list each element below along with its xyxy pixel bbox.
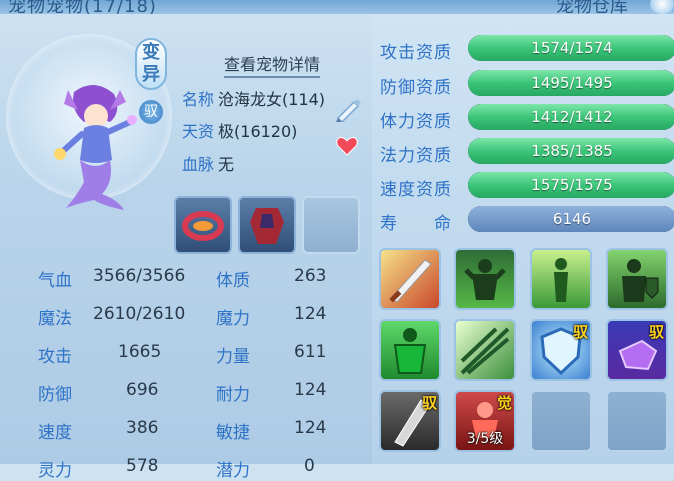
skill-slot-6[interactable] [454, 319, 516, 381]
stat-potential-label: 潜力 [216, 461, 250, 481]
stat-attack-label: 攻击 [38, 347, 72, 367]
knight-shield-icon [622, 259, 659, 302]
stat-endurance-value: 124 [294, 380, 327, 400]
aptitude-speed-value: 1575/1575 [531, 176, 613, 194]
skill-7-tame-tag: 驭 [572, 323, 588, 341]
stat-mp-value: 2610/2610 [93, 304, 186, 324]
pet-equip-ring[interactable] [174, 196, 232, 254]
skill-slot-3[interactable] [530, 248, 592, 310]
aptitude-stamina-label: 体力资质 [380, 112, 452, 132]
stat-agility-value: 124 [294, 418, 327, 438]
rename-pencil-icon[interactable] [334, 96, 362, 122]
stat-agility-label: 敏捷 [216, 423, 250, 443]
pet-mermaid-icon [54, 84, 137, 210]
aptitude-skill-panel: 攻击资质 1574/1574 防御资质 1495/1495 体力资质 1412/… [372, 14, 674, 464]
stat-strength-value: 611 [294, 342, 327, 362]
pet-name-label: 名称 [182, 90, 215, 109]
view-pet-details-link[interactable]: 查看宠物详情 [224, 51, 321, 78]
aptitude-attack-bar: 1574/1574 [468, 35, 674, 61]
mutation-badge: 变异 [135, 38, 167, 90]
stat-endurance-label: 耐力 [216, 385, 250, 405]
skill-slot-10[interactable]: 觉 3/5级 [454, 390, 516, 452]
stat-defense-value: 696 [126, 380, 159, 400]
aptitude-stamina-value: 1412/1412 [531, 108, 613, 126]
stat-speed-value: 386 [126, 418, 159, 438]
pet-name-value: 沧海龙女(114) [218, 90, 326, 109]
stat-constitution-label: 体质 [216, 271, 250, 291]
pet-talent-value: 极(16120) [218, 122, 298, 141]
stat-potential-value: 0 [304, 456, 315, 476]
skill-slot-11-empty[interactable] [530, 390, 592, 452]
aptitude-mana-bar: 1385/1385 [468, 138, 674, 164]
aptitude-defense-value: 1495/1495 [531, 74, 613, 92]
pet-equip-armor[interactable] [238, 196, 296, 254]
skill-slot-4[interactable] [606, 248, 668, 310]
pet-bloodline-row: 血脉无 [182, 151, 234, 175]
aptitude-attack-value: 1574/1574 [531, 39, 613, 57]
aptitude-stamina-bar: 1412/1412 [468, 104, 674, 130]
stat-attack-value: 1665 [118, 342, 162, 362]
aptitude-attack-label: 攻击资质 [380, 43, 452, 63]
pet-talent-label: 天资 [182, 122, 215, 141]
pet-bloodline-label: 血脉 [182, 155, 215, 174]
skill-slot-9[interactable]: 驭 [379, 390, 441, 452]
pet-list-tab-title[interactable]: 宠物宠物(17/18) [8, 0, 157, 14]
top-bar: 宠物宠物(17/18) 宠物仓库 [0, 0, 674, 14]
stat-mp-label: 魔法 [38, 309, 72, 329]
skill-slot-7[interactable]: 驭 [530, 319, 592, 381]
pet-info-panel: 变异 驭 查看宠物详情 名称 沧海龙女(114) 天资 极(16120) 血脉无 气… [0, 14, 372, 481]
sword-strike-icon [389, 259, 432, 303]
skill-slot-1[interactable] [379, 248, 441, 310]
stat-spirit-label: 灵力 [38, 461, 72, 481]
pet-bloodline-value: 无 [218, 155, 235, 174]
stat-spirit-value: 578 [126, 456, 159, 476]
stat-magic-value: 124 [294, 304, 327, 324]
stat-strength-label: 力量 [216, 347, 250, 367]
skill-9-tame-tag: 驭 [421, 394, 437, 412]
stat-magic-label: 魔力 [216, 309, 250, 329]
aptitude-mana-label: 法力资质 [380, 146, 452, 166]
aptitude-defense-label: 防御资质 [380, 78, 452, 98]
green-strength-icon [393, 328, 427, 374]
skill-10-level: 3/5级 [466, 431, 504, 447]
lifespan-value: 6146 [552, 210, 592, 228]
skill-10-awaken-tag: 觉 [496, 394, 512, 412]
stat-defense-label: 防御 [38, 385, 72, 405]
stat-speed-label: 速度 [38, 423, 72, 443]
aptitude-speed-bar: 1575/1575 [468, 172, 674, 198]
tame-badge: 驭 [139, 100, 163, 124]
figure-light-icon [554, 258, 568, 302]
skill-slot-2[interactable] [454, 248, 516, 310]
stat-hp-label: 气血 [38, 271, 72, 291]
lifespan-label: 寿 命 [380, 214, 452, 234]
light-burst-icon [460, 327, 510, 375]
skill-slot-8[interactable]: 驭 [606, 319, 668, 381]
pet-storage-tab-title[interactable]: 宠物仓库 [556, 0, 628, 14]
aptitude-defense-bar: 1495/1495 [468, 70, 674, 96]
stat-hp-value: 3566/3566 [93, 266, 186, 286]
lifespan-bar: 6146 [468, 206, 674, 232]
pet-equip-slot-empty[interactable] [302, 196, 360, 254]
pet-talent-row: 天资 极(16120) [182, 118, 297, 142]
red-ring-icon [182, 211, 224, 241]
skill-slot-5[interactable] [379, 319, 441, 381]
red-armor-icon [250, 208, 284, 244]
aptitude-speed-label: 速度资质 [380, 180, 452, 200]
warrior-rage-icon [464, 259, 506, 300]
stat-constitution-value: 263 [294, 266, 327, 286]
pet-name-row: 名称 沧海龙女(114) [182, 86, 325, 110]
skill-8-tame-tag: 驭 [648, 323, 664, 341]
skill-slot-12-empty[interactable] [606, 390, 668, 452]
aptitude-mana-value: 1385/1385 [531, 142, 613, 160]
close-gem-icon[interactable] [650, 0, 674, 14]
heart-icon[interactable] [336, 136, 358, 156]
